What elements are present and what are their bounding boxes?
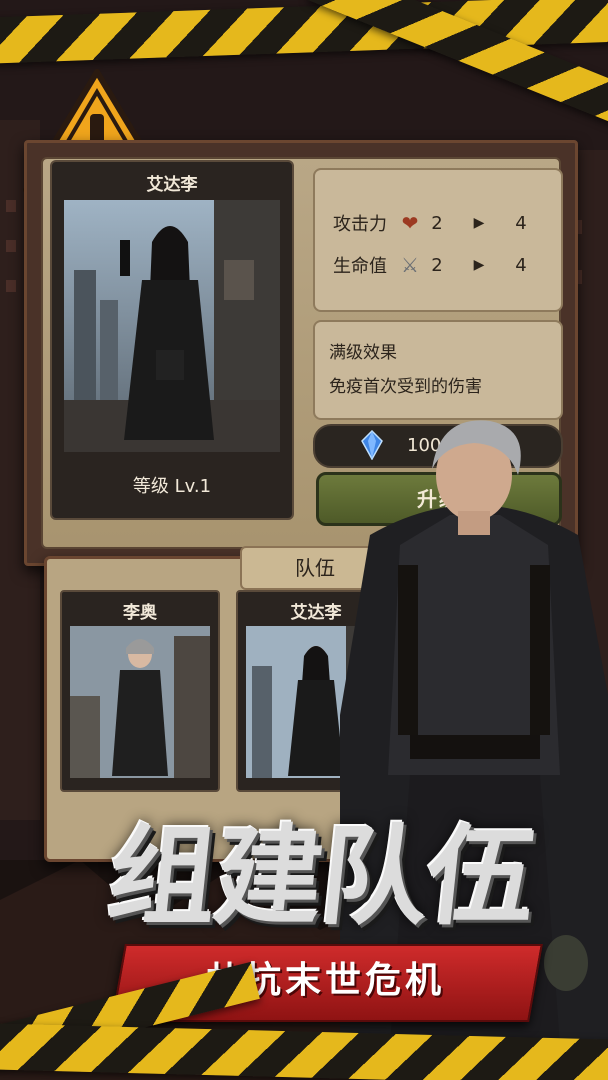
team-member-card[interactable]: 李奥 — [60, 590, 220, 792]
stat-next-value: 4 — [515, 254, 527, 276]
game-promo-screen: 艾达李 等级 Lv.1 攻击力 ❤ 2 ▶ 4 生命值 ⚔ 2 ▶ 4 满级效果… — [0, 0, 608, 1080]
effect-title: 满级效果 — [329, 343, 397, 363]
arrow-right-icon: ▶ — [473, 215, 485, 231]
effect-description: 免疫首次受到的伤害 — [329, 377, 482, 397]
stat-box: 攻击力 ❤ 2 ▶ 4 生命值 ⚔ 2 ▶ 4 — [313, 168, 563, 312]
hero-level: 等级 Lv.1 — [132, 476, 212, 497]
stat-row-attack: 攻击力 ❤ 2 ▶ 4 — [333, 210, 533, 236]
stat-next-value: 4 — [515, 212, 527, 234]
stat-current-value: 2 — [431, 254, 443, 276]
member-name: 李奥 — [123, 603, 157, 623]
headline: 组建队伍 — [62, 790, 582, 940]
sword-icon: ⚔ — [401, 253, 419, 277]
arrow-right-icon: ▶ — [473, 257, 485, 273]
heart-icon: ❤ — [401, 211, 419, 235]
headline-text: 组建队伍 — [102, 815, 540, 940]
stat-label: 生命值 — [333, 256, 387, 277]
hero-name: 艾达李 — [146, 175, 198, 195]
stat-label: 攻击力 — [333, 214, 387, 235]
hero-portrait-art — [64, 200, 280, 452]
max-level-effect-box: 满级效果 免疫首次受到的伤害 — [313, 320, 563, 420]
hero-card[interactable]: 艾达李 等级 Lv.1 — [50, 160, 294, 520]
stat-current-value: 2 — [431, 212, 443, 234]
stat-row-hp: 生命值 ⚔ 2 ▶ 4 — [333, 252, 533, 278]
hero-portrait — [64, 200, 280, 452]
member-portrait-art — [70, 626, 210, 778]
member-portrait — [70, 626, 210, 778]
